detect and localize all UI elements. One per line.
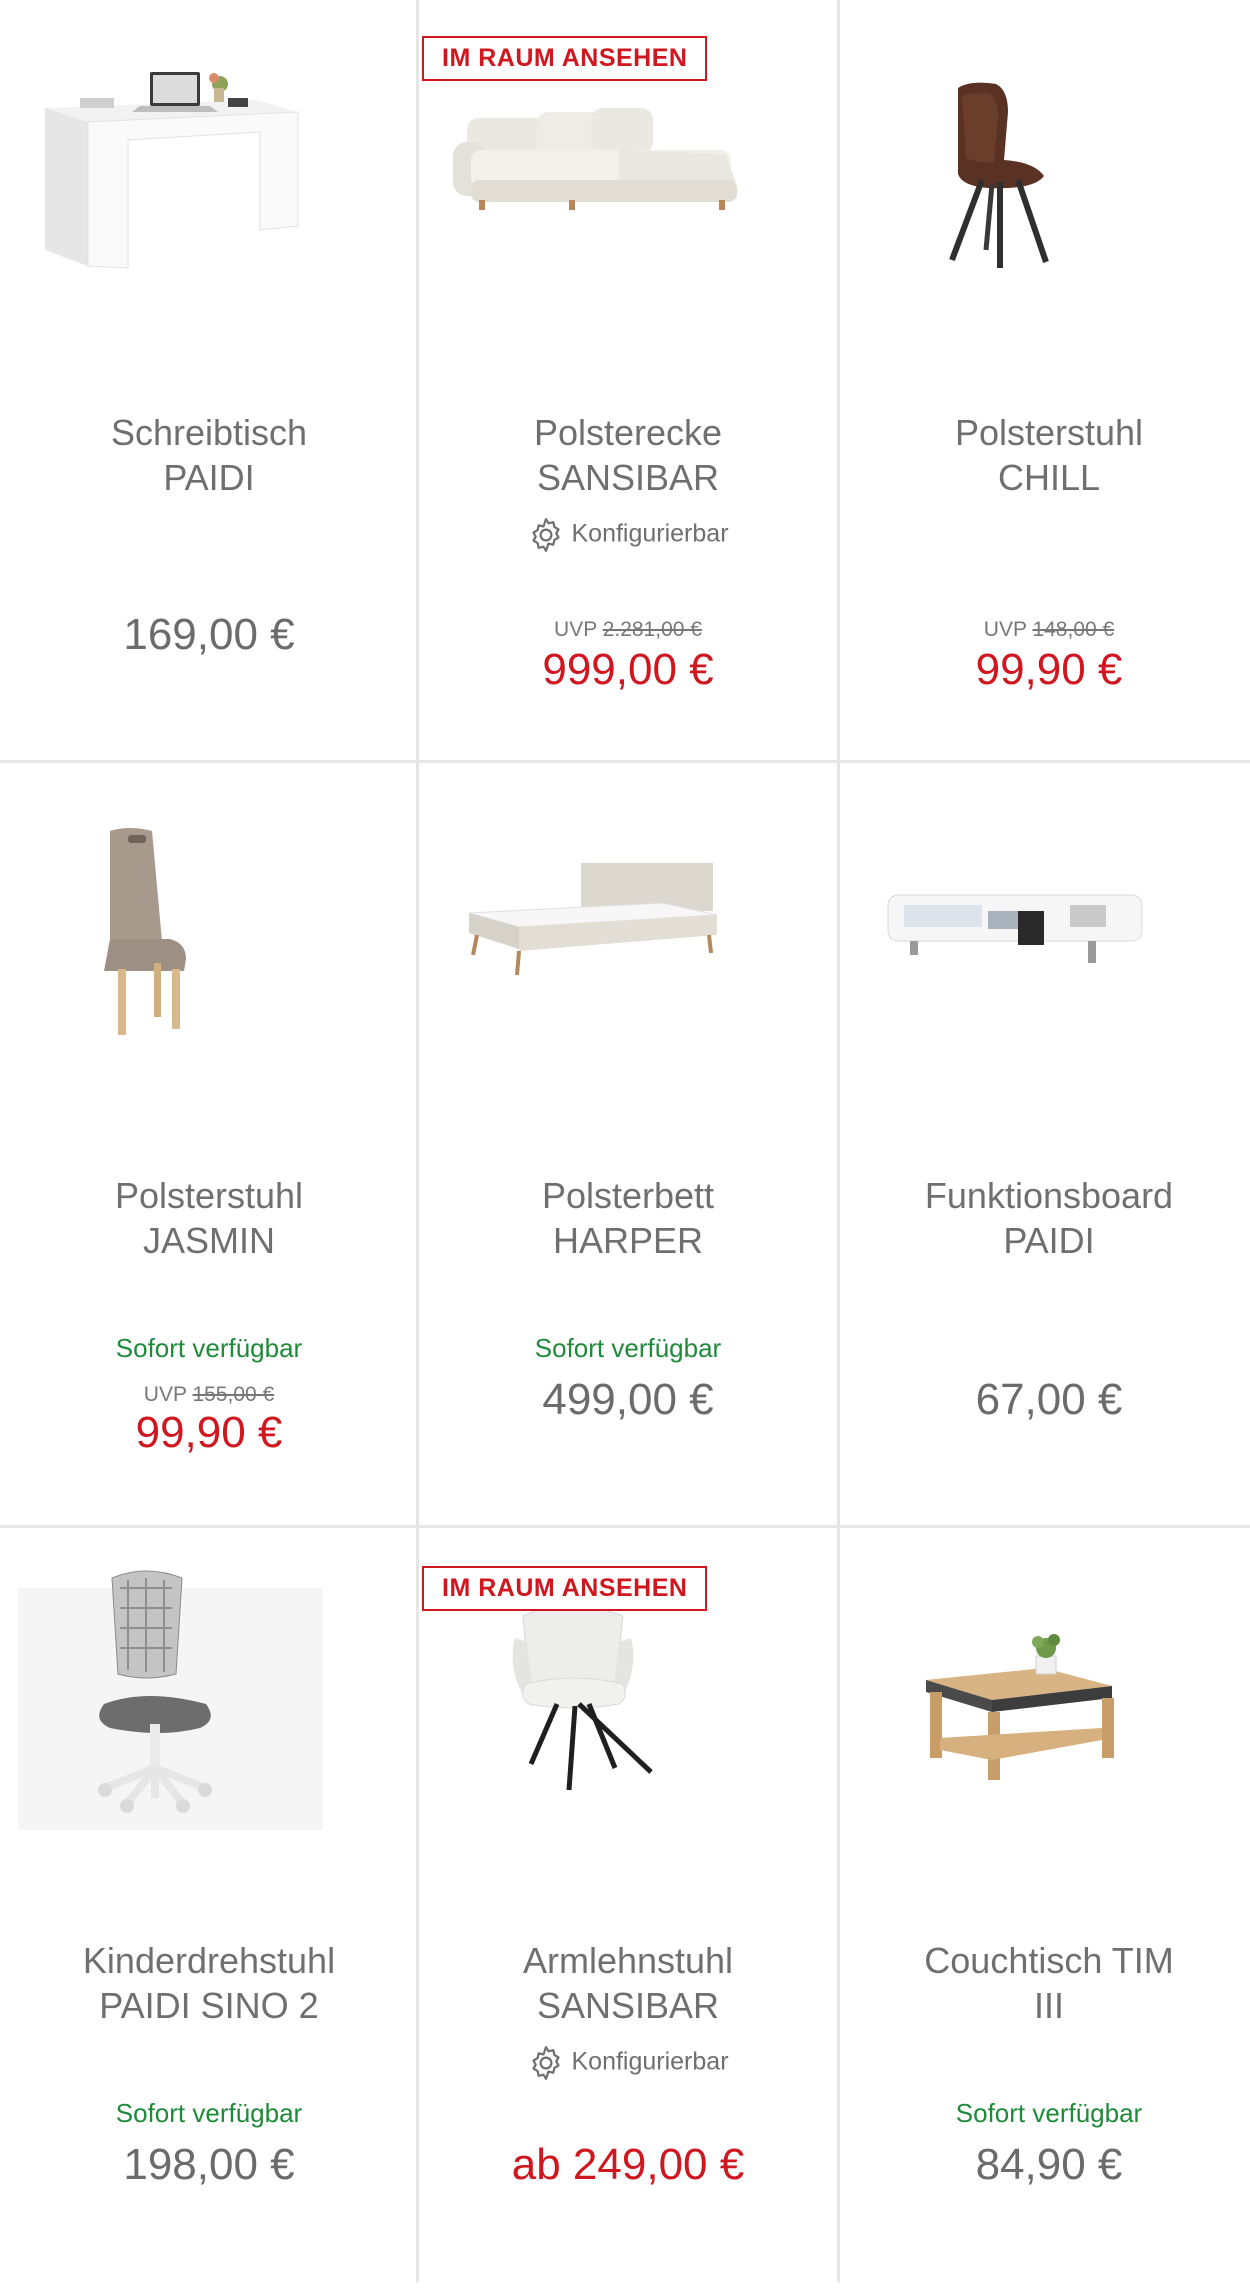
product-card[interactable]: Couchtisch TIM III Sofort verfügbar 84,90…: [840, 1528, 1250, 2288]
availability-label: Sofort verfügbar: [115, 2098, 303, 2128]
product-card[interactable]: Polsterbett HARPER Sofort verfügbar 499,0…: [419, 763, 837, 1523]
uvp-price: UVP 2.281,00 €: [554, 618, 702, 641]
product-title[interactable]: Schreibtisch PAIDI: [20, 410, 398, 500]
sale-price: 999,00 €: [542, 645, 714, 694]
product-title[interactable]: Polsterstuhl JASMIN: [20, 1173, 398, 1263]
product-title[interactable]: Funktionsboard PAIDI: [860, 1173, 1238, 1263]
coffee-table-icon: [926, 1634, 1114, 1780]
product-card[interactable]: Polsterstuhl CHILL UVP 148,00 € 99,90 €: [840, 0, 1250, 760]
office-chair-icon: [18, 1570, 323, 1830]
uvp-price: UVP 148,00 €: [983, 618, 1115, 641]
view-in-room-badge[interactable]: IM RAUM ANSEHEN: [422, 1566, 708, 1611]
sale-price: 99,90 €: [975, 645, 1123, 694]
product-card[interactable]: IM RAUM ANSEHEN Polsterecke SANSIBAR Konf…: [419, 0, 837, 760]
product-title[interactable]: Polsterbett HARPER: [439, 1173, 817, 1263]
product-title[interactable]: Kinderdrehstuhl PAIDI SINO 2: [20, 1938, 398, 2028]
product-card[interactable]: Kinderdrehstuhl PAIDI SINO 2 Sofort verfü…: [0, 1528, 418, 2288]
price: 198,00 €: [123, 2140, 295, 2189]
gear-icon: [532, 518, 561, 552]
price: 67,00 €: [975, 1375, 1123, 1424]
product-title[interactable]: Polsterstuhl CHILL: [860, 410, 1238, 500]
availability-label: Sofort verfügbar: [534, 1333, 722, 1363]
product-title[interactable]: Polsterecke SANSIBAR: [439, 410, 817, 500]
bed-icon: [468, 863, 718, 976]
product-title[interactable]: Couchtisch TIM III: [860, 1938, 1238, 2028]
price: 499,00 €: [542, 1375, 714, 1424]
shelf-icon: [887, 894, 1143, 963]
availability-label: Sofort verfügbar: [115, 1333, 303, 1363]
product-card[interactable]: Funktionsboard PAIDI 67,00 €: [840, 763, 1250, 1523]
price: 84,90 €: [975, 2140, 1123, 2189]
product-title[interactable]: Armlehnstuhl SANSIBAR: [439, 1938, 817, 2028]
configurable-label: Konfigurierbar: [419, 2044, 837, 2082]
product-card[interactable]: IM RAUM ANSEHEN Armlehnstuhl SANSIBAR Kon…: [419, 1528, 837, 2288]
sale-price: ab 249,00 €: [511, 2140, 745, 2189]
uvp-price: UVP 155,00 €: [143, 1383, 275, 1406]
sale-price: 99,90 €: [135, 1408, 283, 1457]
product-card[interactable]: Polsterstuhl JASMIN Sofort verfügbar UVP …: [0, 763, 418, 1523]
product-card[interactable]: Schreibtisch PAIDI 169,00 €: [0, 0, 418, 760]
price: 169,00 €: [123, 610, 295, 659]
product-grid: Schreibtisch PAIDI 169,00 € IM RAUM ANSEH…: [0, 0, 1250, 2282]
chair-icon: [104, 828, 186, 1035]
chair-icon: [949, 82, 1049, 268]
view-in-room-badge[interactable]: IM RAUM ANSEHEN: [422, 36, 708, 81]
configurable-label: Konfigurierbar: [419, 516, 837, 554]
desk-icon: [45, 72, 299, 269]
gear-icon: [532, 2046, 561, 2080]
availability-label: Sofort verfügbar: [955, 2098, 1143, 2128]
